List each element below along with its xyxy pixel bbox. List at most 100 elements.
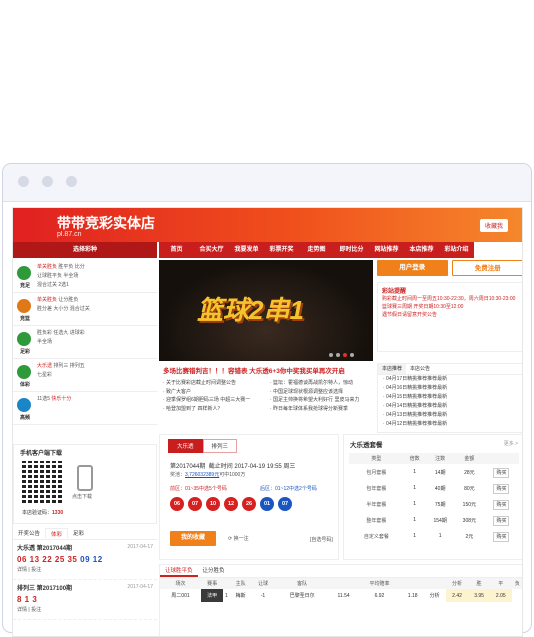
lottery-tab[interactable]: 大乐透 <box>168 439 203 453</box>
game-link[interactable]: 单关胜负 <box>37 297 57 303</box>
match-tab[interactable]: 让分胜负 <box>198 565 230 577</box>
news-item[interactable]: · 国足主帅换将希望大利好行 里皮马来力 <box>266 396 373 405</box>
phone-icon[interactable] <box>77 465 93 491</box>
draw-links[interactable]: 详情 | 投注 <box>17 566 153 573</box>
buy-package-cell[interactable]: 购买 <box>484 464 519 480</box>
buy-package-cell[interactable]: 购买 <box>484 528 519 544</box>
blue-ball[interactable]: 01 <box>260 497 274 511</box>
game-link[interactable]: 胜负彩 任选九 进球彩 <box>37 330 85 336</box>
game-link[interactable]: 快乐十分 <box>50 396 71 402</box>
favorite-button[interactable]: 收藏我 <box>479 219 508 232</box>
nav-item[interactable]: 网站推荐 <box>369 242 404 258</box>
blue-ball[interactable]: 07 <box>278 497 292 511</box>
store-tab[interactable]: 本店公告 <box>406 364 434 374</box>
news-item[interactable]: · 迎季保罗组6期胆码三场 中超三大赛一 <box>159 396 266 405</box>
match-cell[interactable]: 2.42 <box>445 589 469 602</box>
game-link[interactable]: 半全场 <box>37 339 52 345</box>
game-link[interactable]: 混合过关 2选1 <box>37 282 69 288</box>
red-ball[interactable]: 26 <box>242 497 256 511</box>
store-news-item[interactable]: · 04月13日精挑推荐推荐最新 <box>378 411 522 420</box>
store-tab[interactable]: 本店推荐 <box>378 364 407 374</box>
match-col-header: 平均赔率 <box>357 578 402 589</box>
match-cell[interactable]: 分析 <box>424 589 446 602</box>
package-row: 自定义套餐 1 1 2元 购买 <box>349 528 519 544</box>
store-news-item[interactable]: · 04月14日精挑推荐推荐最新 <box>378 402 522 411</box>
nav-item[interactable]: 走势图 <box>299 242 334 258</box>
buy-package-button[interactable]: 购买 <box>493 483 510 494</box>
window-dot-icon[interactable] <box>42 176 53 187</box>
match-cell[interactable]: 3.95 <box>468 589 490 602</box>
pool-line: 奖池：3,726032389元可中1000万 <box>170 471 245 478</box>
game-link[interactable]: 大乐透 <box>37 363 52 369</box>
game-name[interactable]: 竞足 <box>16 282 34 289</box>
game-name[interactable]: 足彩 <box>16 348 34 355</box>
buy-package-cell[interactable]: 购买 <box>484 512 519 528</box>
download-link[interactable]: 点击下载 <box>72 493 92 500</box>
news-item[interactable]: · 致广大客户 <box>159 388 266 397</box>
news-item[interactable]: · 篮坛：霍福德谈再战凯尔特人，惊动 <box>266 379 373 388</box>
lottery-tab[interactable]: 排列三 <box>202 439 238 453</box>
draw-tab[interactable]: 足彩 <box>68 528 89 539</box>
game-link[interactable]: 胜平负 比分 <box>57 264 84 270</box>
nav-item[interactable]: 彩站介绍 <box>439 242 474 258</box>
match-row[interactable]: 周二001 法甲 1 梅斯 -1 巴黎圣日尔 11.54 6.92 1.18 分析 2.42 3.95… <box>160 589 522 602</box>
nav-item[interactable]: 即时比分 <box>334 242 369 258</box>
game-name[interactable]: 竞篮 <box>16 315 34 322</box>
draw-links[interactable]: 详情 | 投注 <box>17 606 153 613</box>
login-button[interactable]: 用户登录 <box>377 260 448 276</box>
red-ball[interactable]: 10 <box>206 497 220 511</box>
news-item[interactable]: · 哈登加盟到了 四样新人？ <box>159 405 266 414</box>
news-headline[interactable]: 多场比赛错判吉！！！容错表 大乐透6+3你中奖我买单再次开启 <box>159 363 373 379</box>
match-tab[interactable]: 让球胜平负 <box>160 565 198 577</box>
buy-package-cell[interactable]: 购买 <box>484 496 519 512</box>
more-link[interactable]: 更多 > <box>504 440 518 447</box>
store-news-item[interactable]: · 04月16日精挑推荐推荐最新 <box>378 384 522 393</box>
news-item[interactable]: · 关于比赛彩店截止时间调整公告 <box>159 379 266 388</box>
nav-item[interactable]: 合买大厅 <box>194 242 229 258</box>
game-name[interactable]: 高频 <box>16 414 34 421</box>
game-name[interactable]: 体彩 <box>16 381 34 388</box>
window-dot-icon[interactable] <box>66 176 77 187</box>
draw-tab[interactable]: 体彩 <box>45 528 69 539</box>
news-item[interactable]: · 中国足球现状根源调整应该选择 <box>266 388 373 397</box>
red-ball[interactable]: 12 <box>224 497 238 511</box>
carousel-dot-icon[interactable] <box>336 353 340 357</box>
buy-package-button[interactable]: 购买 <box>493 499 510 510</box>
carousel-dot-icon[interactable] <box>329 353 333 357</box>
game-link[interactable]: 七星彩 <box>37 372 52 378</box>
game-link[interactable]: 让分胜负 <box>57 297 78 303</box>
buy-button[interactable]: 我的收藏 <box>170 531 216 546</box>
nav-item[interactable]: 我要发单 <box>229 242 264 258</box>
pool-amount[interactable]: 3,726032389元 <box>185 472 219 478</box>
self-select-link[interactable]: [自选号码] <box>310 536 333 543</box>
match-cell[interactable]: 2.05 <box>489 589 512 602</box>
red-ball[interactable]: 06 <box>170 497 184 511</box>
nav-item[interactable]: 本店推荐 <box>404 242 439 258</box>
promo-banner[interactable]: 篮球2串1 <box>159 260 373 361</box>
refresh-label: 换一注 <box>233 536 249 542</box>
store-news-item[interactable]: · 04月12日精挑推荐推荐最新 <box>378 420 522 429</box>
window-dot-icon[interactable] <box>18 176 29 187</box>
game-link[interactable]: 单关胜负 <box>37 264 57 270</box>
carousel-dot-icon[interactable] <box>350 353 354 357</box>
news-item[interactable]: · 昨日每年球体系我抢球得分新赛季 <box>266 405 373 414</box>
register-button[interactable]: 免费注册 <box>451 260 522 276</box>
nav-item[interactable]: 彩票开奖 <box>264 242 299 258</box>
game-link[interactable]: 胜分差 大小分 混合过关 <box>37 306 90 312</box>
game-link[interactable]: 11选5 <box>37 396 50 402</box>
game-link[interactable]: 排列三 排列五 <box>52 363 84 369</box>
draw-tab[interactable]: 开奖公告 <box>13 528 45 539</box>
store-news-item[interactable]: · 04月17日精挑推荐推荐最新 <box>378 375 522 384</box>
game-link[interactable]: 让球胜平负 半全场 <box>37 273 78 279</box>
buy-package-button[interactable]: 购买 <box>493 531 510 542</box>
carousel-dot-icon[interactable] <box>343 353 347 357</box>
buy-package-cell[interactable]: 购买 <box>484 480 519 496</box>
buy-package-button[interactable]: 购买 <box>493 515 510 526</box>
nav-item[interactable]: 首页 <box>159 242 194 258</box>
select-game-button[interactable]: 选择彩种 <box>13 242 157 258</box>
refresh-button[interactable]: ⟳ 换一注 <box>228 535 249 542</box>
buy-package-button[interactable]: 购买 <box>493 467 510 478</box>
red-ball[interactable]: 07 <box>188 497 202 511</box>
deadline: 截止时间 2017-04-19 19:55 周三 <box>208 464 296 470</box>
store-news-item[interactable]: · 04月15日精挑推荐推荐最新 <box>378 393 522 402</box>
